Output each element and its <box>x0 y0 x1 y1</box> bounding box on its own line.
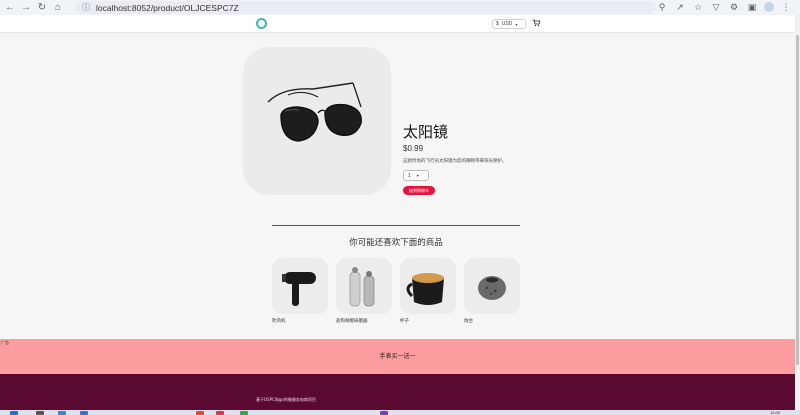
search-icon[interactable] <box>36 411 44 415</box>
scrollbar-thumb[interactable] <box>796 35 799 365</box>
scrollbar[interactable] <box>795 15 800 410</box>
extensions-icon[interactable]: ⚙ <box>728 1 740 13</box>
sunglasses-icon <box>267 82 362 142</box>
browser-toolbar: ← → ↻ ⌂ ⓘ localhost:8052/product/OLJCESP… <box>0 0 800 15</box>
url-text: localhost:8052/product/OLJCESPC7Z <box>96 2 239 13</box>
taskview-icon[interactable] <box>58 411 66 415</box>
app-icon[interactable] <box>80 411 88 415</box>
recommendation-card[interactable]: 吹风机 <box>272 258 328 324</box>
vpn-icon[interactable]: ▽ <box>710 1 722 13</box>
footer-text: 基于OSPC和go的微服务电商项目 <box>256 397 316 402</box>
ad-banner[interactable]: 广告 手表买一送一 <box>0 339 795 374</box>
home-icon[interactable]: ⌂ <box>52 2 64 14</box>
mug-icon <box>400 258 456 314</box>
zoom-icon[interactable]: ⚲ <box>656 1 668 13</box>
recommendations-title: 你可能还喜欢下面的商品 <box>349 238 443 248</box>
quantity-select[interactable]: 1 ▾ <box>403 170 429 181</box>
quantity-value: 1 <box>408 172 411 179</box>
back-icon[interactable]: ← <box>4 2 16 14</box>
start-icon[interactable] <box>10 411 18 415</box>
product-price: $0.99 <box>403 144 424 153</box>
ad-tag: 广告 <box>1 340 9 345</box>
salt-pepper-icon <box>336 258 392 314</box>
product-title: 太阳镜 <box>403 123 449 141</box>
card-label: 烛台 <box>464 319 473 324</box>
recommendation-card[interactable]: 杯子 <box>400 258 456 324</box>
chevron-down-icon: ▾ <box>416 173 419 178</box>
app-icon[interactable] <box>196 411 204 415</box>
site-footer: 基于OSPC和go的微服务电商项目 <box>0 374 795 410</box>
profile-icon[interactable] <box>764 2 774 12</box>
currency-symbol: $ <box>496 21 499 27</box>
ad-text: 手表买一送一 <box>379 353 416 360</box>
divider <box>272 225 520 226</box>
cart-icon[interactable] <box>532 19 541 29</box>
chevron-down-icon: ▾ <box>515 21 518 27</box>
candle-holder-icon <box>464 258 520 314</box>
card-label: 吹风机 <box>272 319 286 324</box>
currency-code: USD <box>501 21 513 27</box>
reload-icon[interactable]: ↻ <box>36 2 48 14</box>
logo-icon[interactable] <box>256 18 267 29</box>
card-label: 盐和胡椒研磨器 <box>336 319 368 324</box>
address-bar[interactable]: ⓘ localhost:8052/product/OLJCESPC7Z <box>76 1 656 14</box>
clock[interactable]: 12:00 <box>770 410 780 415</box>
app-icon[interactable] <box>380 411 388 415</box>
currency-select[interactable]: $ USD ▾ <box>492 19 526 29</box>
taskbar: 12:00 <box>0 410 800 415</box>
share-icon[interactable]: ↗ <box>674 1 686 13</box>
star-icon[interactable]: ☆ <box>692 1 704 13</box>
product-description: 这款时尚的飞行员太阳镜为您的眼睛带来阳光保护。 <box>403 158 507 163</box>
recommendation-card[interactable]: 盐和胡椒研磨器 <box>336 258 392 324</box>
forward-icon[interactable]: → <box>20 2 32 14</box>
sidepanel-icon[interactable]: ▣ <box>746 1 758 13</box>
app-icon[interactable] <box>240 411 248 415</box>
card-label: 杯子 <box>400 319 409 324</box>
recommendation-card[interactable]: 烛台 <box>464 258 520 324</box>
add-to-cart-button[interactable]: 加到购物车 <box>403 186 435 195</box>
menu-icon[interactable]: ⋮ <box>780 1 792 13</box>
site-header: $ USD ▾ <box>0 15 795 33</box>
info-icon[interactable]: ⓘ <box>80 2 92 14</box>
hair-dryer-icon <box>272 258 328 314</box>
product-image <box>243 47 391 195</box>
app-icon[interactable] <box>216 411 224 415</box>
